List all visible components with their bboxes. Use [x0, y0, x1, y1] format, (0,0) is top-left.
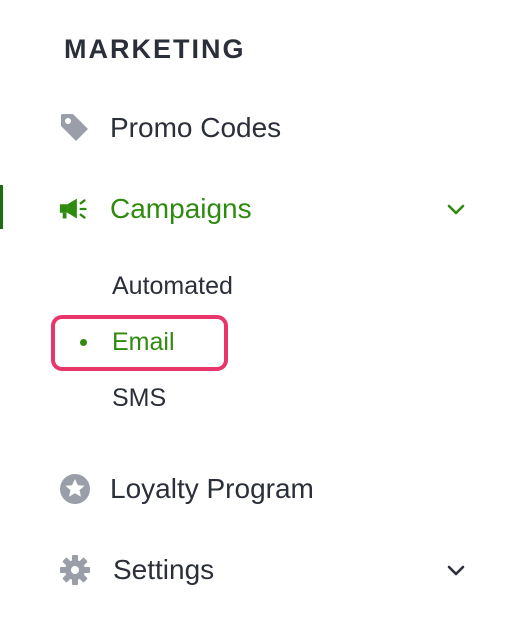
chevron-down-icon[interactable] — [444, 558, 468, 582]
active-dot — [80, 339, 87, 346]
sidebar-item-label: Settings — [113, 554, 215, 585]
star-circle-icon — [58, 472, 92, 506]
section-title: MARKETING — [64, 34, 246, 64]
gear-icon — [58, 553, 92, 587]
sidebar-item-label: Loyalty Program — [110, 473, 314, 504]
tag-icon — [58, 111, 92, 145]
submenu-item-sms[interactable]: SMS — [112, 384, 166, 413]
megaphone-icon — [58, 192, 92, 226]
sidebar-item-loyalty-program[interactable]: Loyalty Program — [0, 459, 512, 519]
chevron-down-icon[interactable] — [444, 197, 468, 221]
sidebar-item-label: Campaigns — [110, 193, 252, 224]
submenu-item-automated[interactable]: Automated — [112, 272, 233, 301]
sidebar-item-label: Promo Codes — [110, 112, 282, 143]
sidebar-item-campaigns[interactable]: Campaigns — [0, 179, 512, 239]
sidebar-item-settings[interactable]: Settings — [0, 540, 512, 600]
sidebar-item-promo-codes[interactable]: Promo Codes — [0, 98, 512, 158]
submenu-item-email[interactable]: Email — [112, 328, 175, 357]
